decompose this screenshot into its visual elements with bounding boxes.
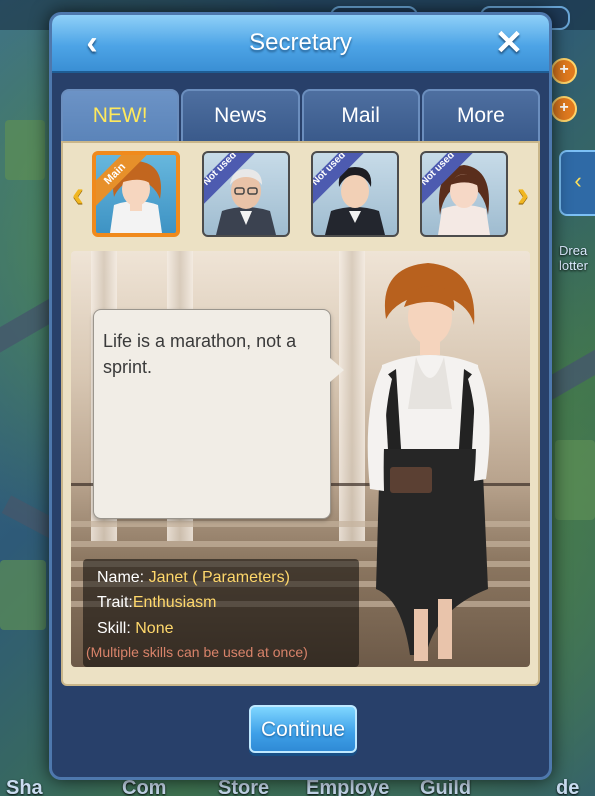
secretary-info-panel: Name: Janet ( Parameters) Trait:Enthusia…: [83, 559, 359, 667]
name-label: Name:: [97, 569, 145, 586]
secretary-selector: ‹ Main Not used Not used Not used ›: [63, 147, 538, 245]
chevron-left-icon[interactable]: ‹: [66, 176, 90, 212]
tab-more[interactable]: More: [421, 89, 540, 141]
dialog-header: ‹ Secretary ✕: [52, 15, 549, 73]
tab-new[interactable]: NEW!: [61, 89, 180, 141]
continue-button[interactable]: Continue: [249, 705, 357, 753]
name-row: Name: Janet ( Parameters): [97, 569, 290, 587]
dialogue-text: Life is a marathon, not a sprint.: [103, 331, 297, 377]
secretary-dialog: ‹ Secretary ✕ NEW! News Mail More ‹ Main: [49, 12, 552, 780]
tab-news[interactable]: News: [181, 89, 300, 141]
trait-row: Trait:Enthusiasm: [97, 594, 216, 612]
skill-note: (Multiple skills can be used at once): [86, 644, 308, 660]
tab-mail[interactable]: Mail: [301, 89, 420, 141]
tab-bar: NEW! News Mail More: [61, 89, 540, 141]
skill-label: Skill:: [97, 620, 131, 637]
portrait-secretary-elder[interactable]: Not used: [202, 151, 290, 237]
trait-value: Enthusiasm: [132, 594, 217, 611]
skill-row: Skill: None: [97, 620, 173, 638]
portrait-secretary-young-woman[interactable]: Not used: [420, 151, 508, 237]
name-value[interactable]: Janet ( Parameters): [149, 569, 290, 586]
bottom-nav-label[interactable]: de: [556, 777, 579, 796]
lobby-scene: Life is a marathon, not a sprint. Name: …: [71, 251, 530, 667]
secretary-character: [367, 263, 490, 661]
plus-icon[interactable]: +: [551, 96, 577, 122]
dialogue-bubble: Life is a marathon, not a sprint.: [93, 309, 344, 519]
side-expand-tab[interactable]: ‹: [559, 150, 595, 216]
side-event-label[interactable]: Drea lotter: [559, 243, 595, 273]
dialog-title: Secretary: [249, 29, 352, 56]
skill-value: None: [135, 620, 174, 637]
chevron-right-icon[interactable]: ›: [511, 176, 535, 212]
tab-content: ‹ Main Not used Not used Not used › Life…: [61, 141, 540, 686]
trait-label: Trait:: [97, 594, 133, 611]
bottom-nav-label[interactable]: Sha: [6, 777, 43, 796]
portrait-secretary-janet[interactable]: Main: [92, 151, 180, 237]
plus-icon[interactable]: +: [551, 58, 577, 84]
close-icon[interactable]: ✕: [491, 25, 527, 61]
portrait-secretary-young-man[interactable]: Not used: [311, 151, 399, 237]
